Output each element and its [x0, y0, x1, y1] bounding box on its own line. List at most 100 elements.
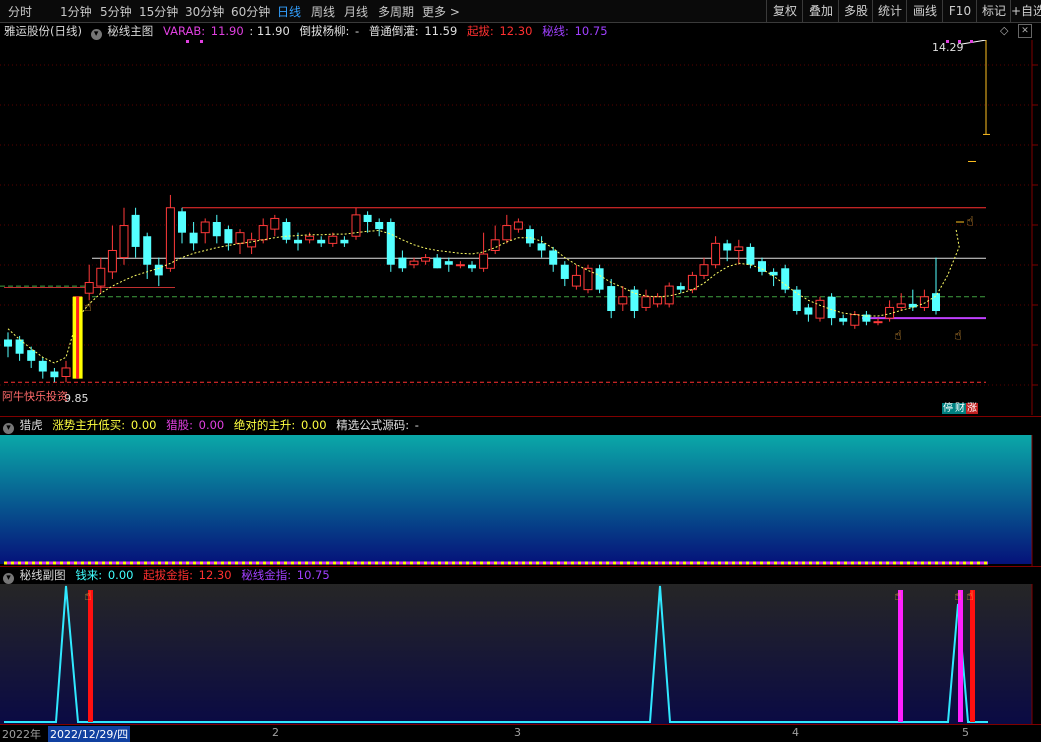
candle-body [630, 289, 639, 311]
diejia-button[interactable]: 叠加 [802, 0, 839, 22]
main-candlestick-chart[interactable]: ☝☝ ☝☝ 14.29 9.85 阿牛快乐投资 [0, 40, 1041, 415]
candle-body [27, 350, 36, 361]
tf-daily[interactable]: 日线 [277, 3, 301, 20]
tf-more[interactable]: 更多 > [422, 3, 460, 20]
panel3-chart[interactable]: ☝ ☝ ☝ ☝ [0, 584, 1041, 724]
high-price-label: 14.29 [932, 41, 964, 54]
candle-body [96, 267, 106, 287]
tf-monthly[interactable]: 月线 [344, 3, 368, 20]
daoba-label: 倒拔杨柳: [299, 24, 350, 38]
candle-body [398, 257, 407, 269]
candle-body [932, 293, 940, 311]
tf-1min[interactable]: 1分钟 [60, 3, 92, 20]
candle-body [212, 222, 221, 237]
panel3-f1-value: 0.00 [107, 568, 134, 582]
tf-multi-period[interactable]: 多周期 [378, 3, 414, 20]
candle-body [317, 239, 326, 244]
candle-body [119, 225, 129, 259]
candle-body [769, 271, 778, 276]
panel2-chart[interactable] [0, 435, 1041, 566]
panel2-f3-label: 绝对的主升: [233, 418, 296, 432]
candle-body [711, 242, 721, 266]
candle-body [699, 264, 709, 276]
panel3-header: ▾ 秘线副图 钱来: 0.00 起拔金指: 12.30 秘线金指: 10.75 [0, 567, 332, 584]
panel2-f3-value: 0.00 [300, 418, 327, 432]
candle-body [38, 360, 47, 372]
high-pointer-line [961, 40, 987, 45]
tf-fenshi[interactable]: 分时 [8, 3, 32, 20]
close-panel-icon[interactable]: ✕ [1018, 24, 1032, 38]
putong-label: 普通倒灌: [368, 24, 419, 38]
qiba-label: 起拔: [466, 24, 494, 38]
badge-ting: 停 [942, 403, 954, 414]
candle-body [444, 261, 453, 265]
main-levels [0, 207, 986, 383]
purple-dot [970, 40, 973, 43]
indicator-menu-icon[interactable]: ▾ [90, 29, 102, 40]
panel3-f2-value: 12.30 [198, 568, 232, 582]
hand-pointer-icon: ☝ [954, 589, 962, 604]
candle-body [502, 225, 512, 241]
tf-60min[interactable]: 60分钟 [231, 3, 270, 20]
hand-pointer-icon: ☝ [84, 589, 92, 604]
varab-label: VARAB: [162, 24, 206, 38]
watermark-text: 阿牛快乐投资 [2, 389, 68, 403]
tf-weekly[interactable]: 周线 [311, 3, 335, 20]
xaxis-label-apr: 4 [792, 726, 799, 739]
panel3-f3-label: 秘线金指: [241, 568, 292, 582]
tf-5min[interactable]: 5分钟 [100, 3, 132, 20]
diamond-icon[interactable]: ◇ [1000, 24, 1008, 37]
candle-body [468, 264, 476, 269]
main-indicator-name: 秘线主图 [107, 24, 154, 38]
candle-body [375, 222, 384, 230]
candle-body [178, 211, 186, 233]
panel3-menu-icon[interactable]: ▾ [3, 573, 14, 584]
status-badges: 停财涨 [942, 402, 978, 415]
candle-body [676, 286, 685, 290]
panel2-menu-icon[interactable]: ▾ [3, 423, 14, 434]
candle-body [258, 225, 268, 241]
candle-body [247, 239, 257, 248]
qiba-signal-bar [970, 590, 975, 722]
hand-pointer-icon: ☝ [894, 589, 902, 604]
candle-body [50, 371, 59, 378]
varab-value2: : 11.90 [249, 24, 290, 38]
candle-body [571, 274, 581, 287]
tf-15min[interactable]: 15分钟 [139, 3, 178, 20]
biaoji-button[interactable]: 标记 [976, 0, 1011, 22]
candle-body [421, 257, 431, 262]
x-axis: 2022年 2022/12/29/四 2 3 4 5 [0, 724, 1041, 742]
hand-pointer-icon: ☝ [966, 589, 974, 604]
badge-cai: 财 [954, 403, 966, 414]
candle-body [618, 296, 628, 305]
candle-body [513, 221, 523, 230]
duogu-button[interactable]: 多股 [838, 0, 873, 22]
main-candles [4, 194, 940, 383]
breakout-bar-red [76, 296, 80, 379]
candle-body [131, 214, 140, 247]
putong-value: 11.59 [424, 24, 458, 38]
candle-body [583, 267, 593, 291]
candle-body [270, 217, 280, 230]
huaxian-button[interactable]: 画线 [906, 0, 943, 22]
candle-body [107, 249, 117, 273]
candle-body [746, 246, 755, 265]
add-watchlist-button[interactable]: +自选 [1010, 0, 1041, 22]
candle-body [804, 307, 813, 315]
candle-body [15, 339, 24, 354]
candle-body [455, 264, 465, 267]
period-toolbar: 分时 1分钟 5分钟 15分钟 30分钟 60分钟 日线 周线 月线 多周期 更… [0, 0, 1041, 23]
panel2-f2-label: 猎股: [166, 418, 193, 432]
candle-body [885, 306, 895, 319]
f10-button[interactable]: F10 [942, 0, 977, 22]
tf-30min[interactable]: 30分钟 [185, 3, 224, 20]
xaxis-label-may: 5 [962, 726, 969, 739]
fuquan-button[interactable]: 复权 [766, 0, 803, 22]
qiba-value: 12.30 [499, 24, 533, 38]
panel2-f1-label: 涨势主升低买: [52, 418, 126, 432]
main-marks: ☝ ☝ ☝ ☝ [72, 40, 990, 379]
candle-body [526, 229, 534, 244]
candle-body [607, 286, 616, 311]
badge-zhang: 涨 [966, 403, 978, 414]
tongji-button[interactable]: 统计 [872, 0, 907, 22]
